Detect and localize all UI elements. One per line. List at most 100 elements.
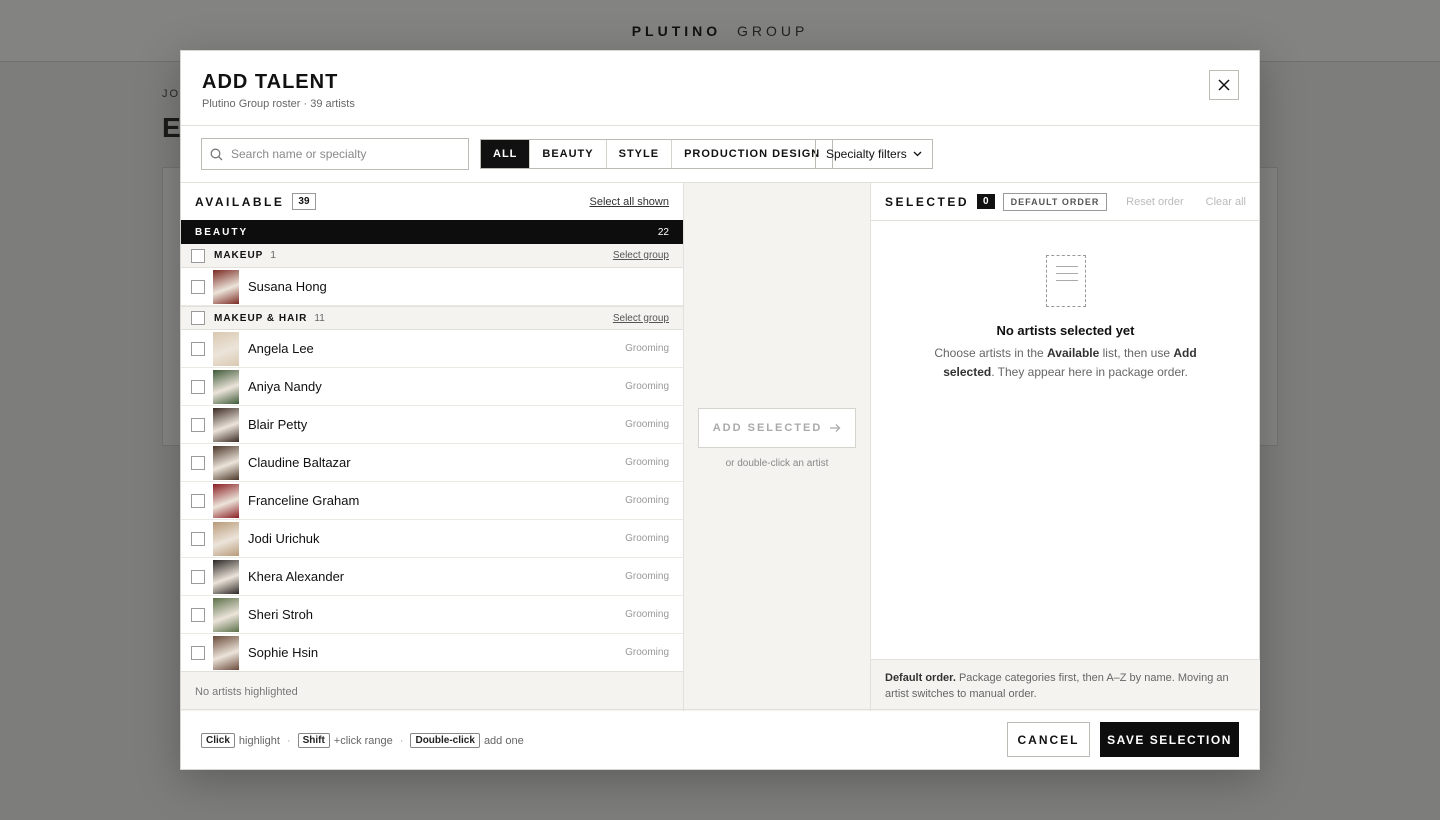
avatar [213,635,239,670]
group-header-beauty[interactable]: BEAUTY 22 [181,220,683,244]
subgroup-name: MAKEUP [214,250,264,261]
artist-checkbox[interactable] [191,531,205,546]
available-title: AVAILABLE [195,194,285,209]
order-note: Default order. Package categories first,… [871,659,1260,711]
avatar [213,331,239,366]
cancel-button[interactable]: CANCEL [1007,722,1090,757]
artist-row[interactable]: Susana Hong [181,268,683,306]
close-icon [1218,79,1230,91]
subgroup-name: MAKEUP & HAIR [214,312,308,324]
kbd-double-click: Double-click [410,733,480,748]
artist-row[interactable]: Sophie Hsin Grooming [181,634,683,671]
subgroup-header-makeup: MAKEUP 1 Select group [181,244,683,268]
subgroup-checkbox[interactable] [191,311,205,325]
artist-row[interactable]: Angela Lee Grooming [181,330,683,368]
artist-name: Jodi Urichuk [248,531,320,546]
save-selection-button[interactable]: SAVE SELECTION [1100,722,1239,757]
artist-checkbox[interactable] [191,607,205,622]
artist-checkbox[interactable] [191,493,205,508]
kbd-shift: Shift [297,733,330,748]
add-talent-modal: ADD TALENT Plutino Group roster · 39 art… [180,50,1260,770]
filter-toolbar: ALL BEAUTY STYLE PRODUCTION DESIGN Speci… [181,126,1259,183]
group-name: BEAUTY [195,226,249,238]
tab-style[interactable]: STYLE [607,140,673,168]
artist-checkbox[interactable] [191,341,205,356]
clear-all-link[interactable]: Clear all [1206,196,1246,208]
modal-subtitle: Plutino Group roster · 39 artists [202,98,355,110]
tab-production-design[interactable]: PRODUCTION DESIGN [672,140,832,168]
breadcrumb: JO [162,88,181,100]
double-click-hint: or double-click an artist [725,458,829,469]
artist-specialty: Grooming [625,533,669,544]
artist-row[interactable]: Blair Petty Grooming [181,406,683,444]
empty-description: Choose artists in the Available list, th… [934,346,1197,379]
artist-name: Sheri Stroh [248,607,314,622]
artist-specialty: Grooming [625,495,669,506]
avatar [213,407,239,442]
artist-name: Khera Alexander [248,569,345,584]
group-count: 22 [657,226,669,238]
avatar [213,559,239,594]
subgroup-checkbox[interactable] [191,248,205,263]
brand-logo: PLUTINO GROUP [631,22,809,39]
artist-row[interactable]: Claudine Baltazar Grooming [181,444,683,482]
avatar [213,369,239,404]
artist-checkbox[interactable] [191,379,205,394]
empty-state: No artists selected yet Choose artists i… [871,255,1260,382]
artist-name: Susana Hong [248,279,327,294]
tab-all[interactable]: ALL [481,140,531,168]
subgroup-count: 11 [314,312,325,324]
keyboard-hints: Click highlight · Shift +click range · D… [201,733,524,748]
artist-specialty: Grooming [625,381,669,392]
artist-list[interactable]: MAKEUP 1 Select group Susana Hong MAKEUP… [181,244,683,671]
document-icon [1045,255,1086,307]
search-box[interactable] [201,138,469,170]
artist-checkbox[interactable] [191,645,205,660]
artist-checkbox[interactable] [191,279,205,294]
specialty-filters-button[interactable]: Specialty filters [815,139,933,169]
artist-name: Sophie Hsin [248,645,319,660]
selected-pane: SELECTED 0 DEFAULT ORDER Reset order Cle… [871,183,1260,711]
artist-row[interactable]: Sheri Stroh Grooming [181,596,683,634]
artist-checkbox[interactable] [191,417,205,432]
artist-name: Aniya Nandy [248,379,322,394]
artist-row[interactable]: Franceline Graham Grooming [181,482,683,520]
kbd-click: Click [201,733,235,748]
artist-row[interactable]: Aniya Nandy Grooming [181,368,683,406]
avatar [213,483,239,518]
category-tabs: ALL BEAUTY STYLE PRODUCTION DESIGN [480,139,834,169]
artist-row[interactable]: Khera Alexander Grooming [181,558,683,596]
artist-checkbox[interactable] [191,569,205,584]
reset-order-link[interactable]: Reset order [1126,196,1183,208]
close-button[interactable] [1209,70,1239,100]
transfer-column: ADD SELECTED or double-click an artist [684,183,871,711]
chevron-down-icon [913,151,922,157]
avatar [213,269,239,304]
empty-title: No artists selected yet [996,323,1135,338]
modal-footer: Click highlight · Shift +click range · D… [181,709,1259,769]
specialty-filters-label: Specialty filters [826,147,907,161]
artist-specialty: Grooming [625,647,669,658]
select-group-link[interactable]: Select group [613,250,669,261]
artist-checkbox[interactable] [191,455,205,470]
artist-specialty: Grooming [625,571,669,582]
artist-name: Blair Petty [248,417,308,432]
artist-specialty: Grooming [625,609,669,620]
search-input[interactable] [231,147,451,161]
selected-title: SELECTED [885,194,970,209]
available-header: AVAILABLE 39 Select all shown [181,183,683,220]
order-mode-badge: DEFAULT ORDER [1002,192,1108,211]
artist-specialty: Grooming [625,343,669,354]
artist-row[interactable]: Jodi Urichuk Grooming [181,520,683,558]
available-pane: AVAILABLE 39 Select all shown BEAUTY 22 … [181,183,684,711]
artist-name: Angela Lee [248,341,314,356]
avatar [213,521,239,556]
tab-beauty[interactable]: BEAUTY [530,140,607,168]
avatar [213,445,239,480]
select-group-link[interactable]: Select group [613,313,669,324]
select-all-shown-link[interactable]: Select all shown [590,196,670,208]
artist-specialty: Grooming [625,457,669,468]
add-selected-button[interactable]: ADD SELECTED [698,408,856,448]
page-title: E [162,112,181,143]
highlight-status: No artists highlighted [181,671,683,711]
